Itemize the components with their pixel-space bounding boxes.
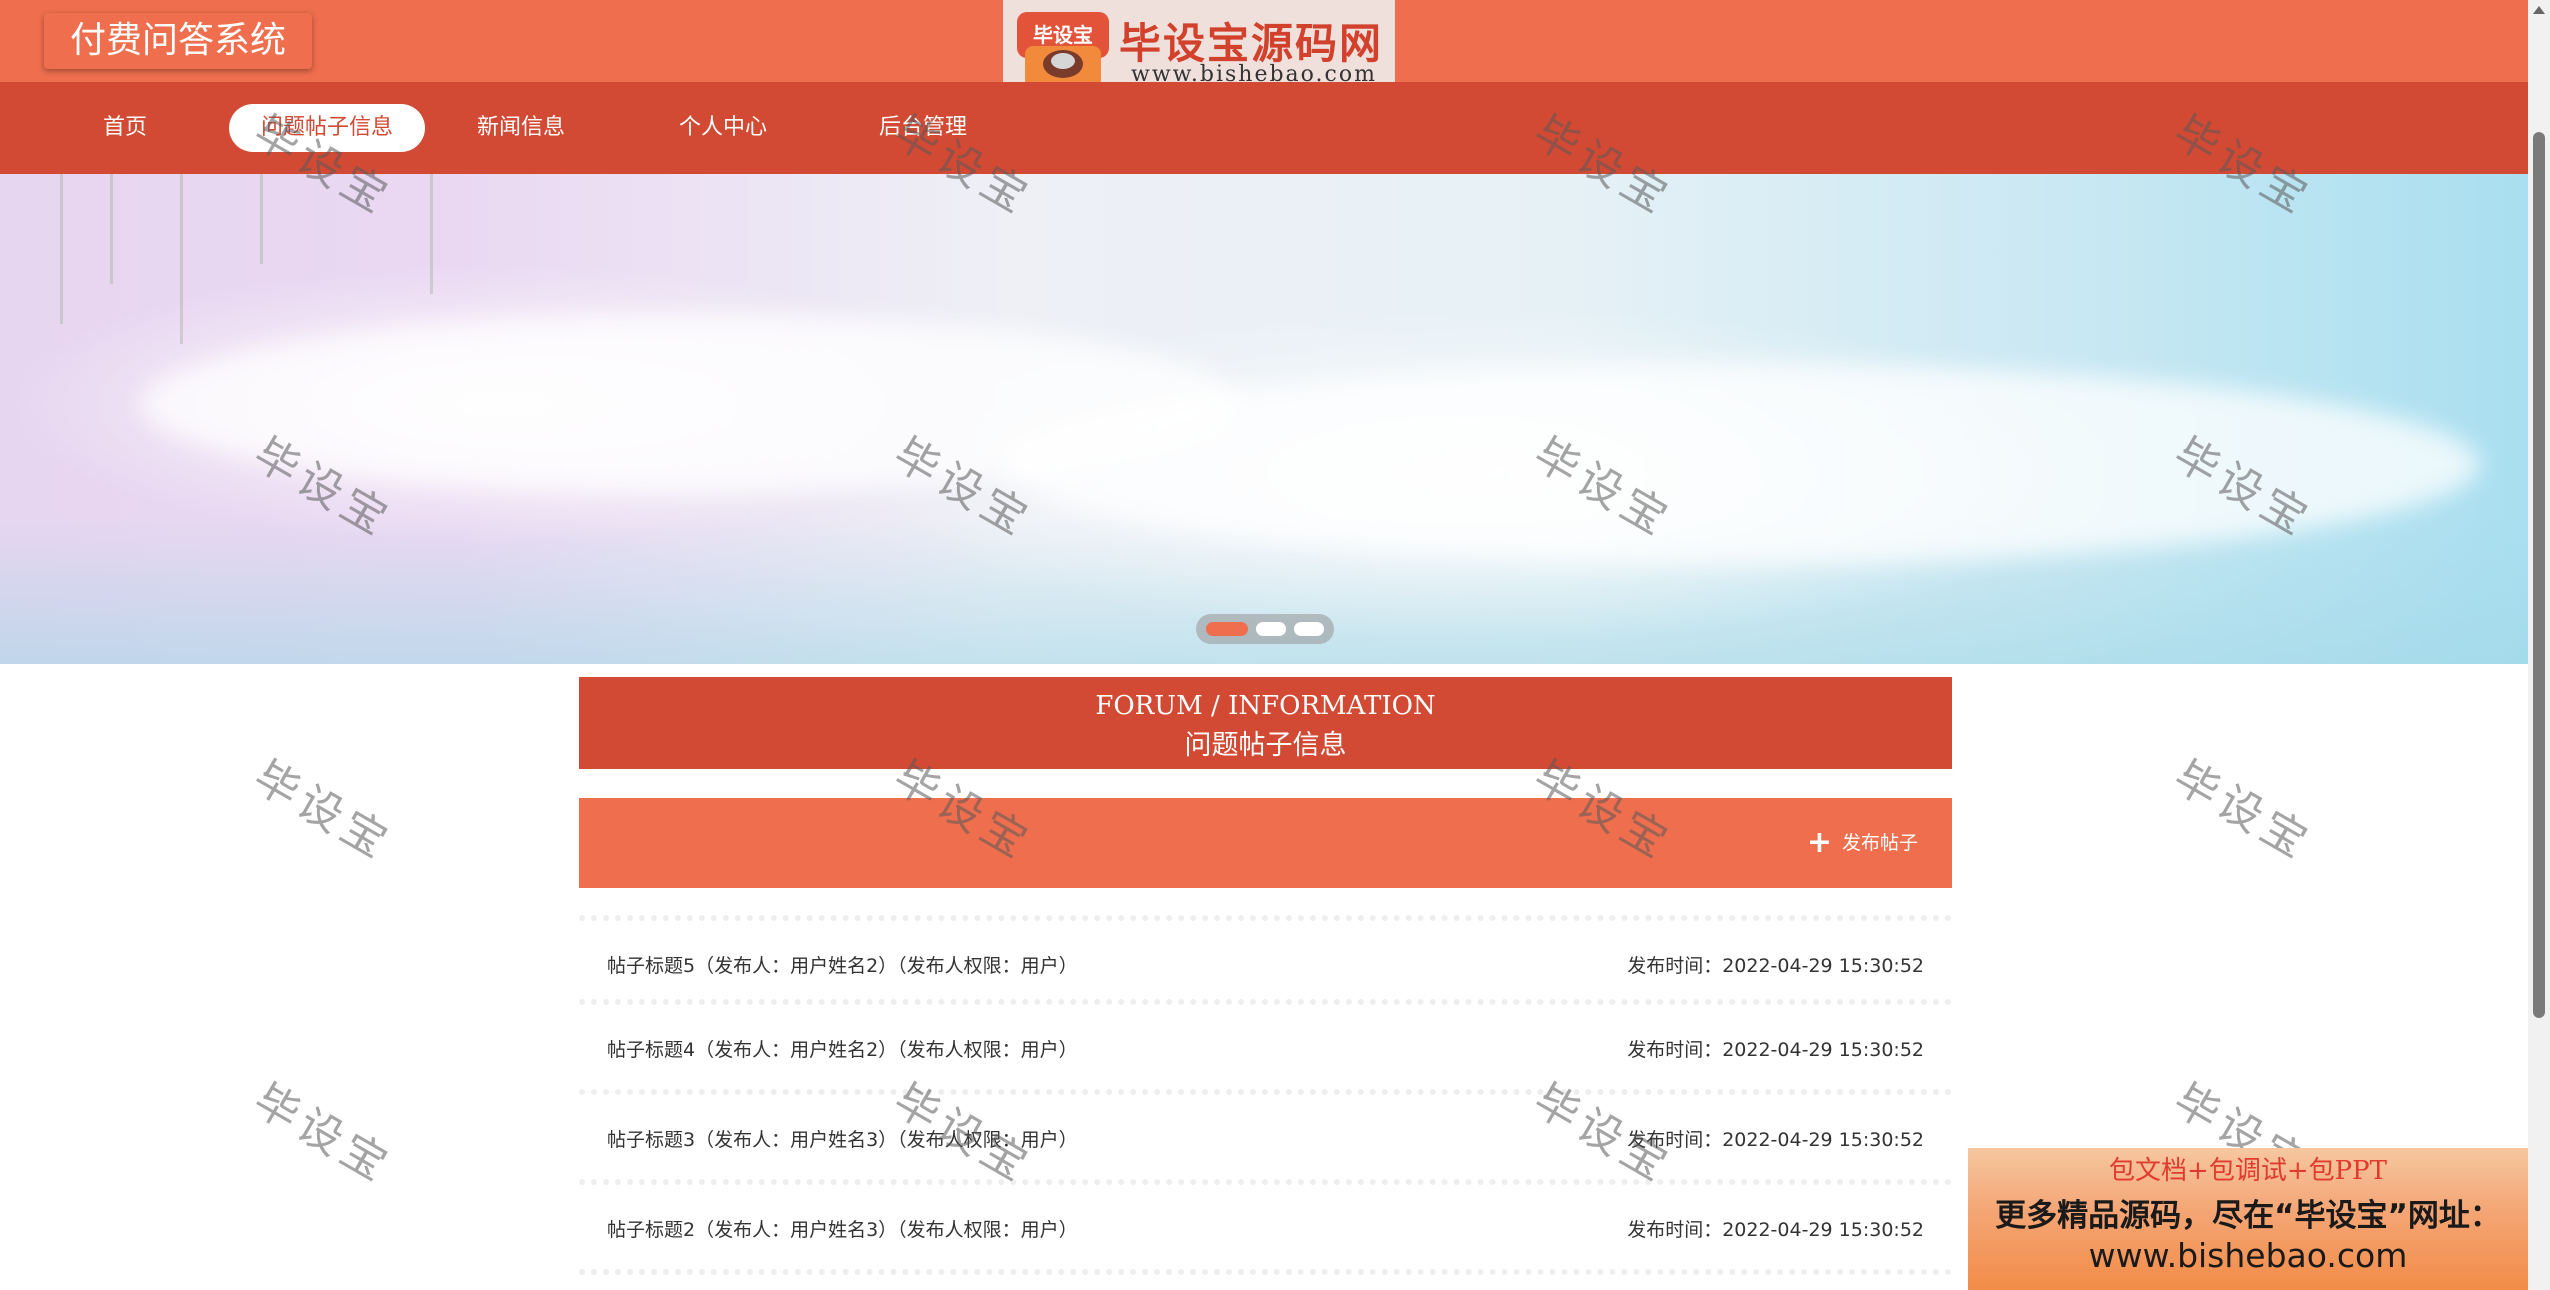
post-title[interactable]: 帖子标题3（发布人：用户姓名3）（发布人权限：用户） — [607, 1125, 1078, 1152]
system-title[interactable]: 付费问答系统 — [44, 13, 313, 69]
promo-line-2: 更多精品源码，尽在“毕设宝”网址： — [1995, 1198, 2501, 1234]
treasure-chest-icon: 毕设宝 — [1017, 12, 1109, 88]
carousel-dot-3[interactable] — [1294, 622, 1324, 636]
post-row[interactable]: 帖子标题2（发布人：用户姓名3）（发布人权限：用户） 发布时间：2022-04-… — [579, 1185, 1952, 1275]
bamboo-decoration — [260, 174, 263, 264]
post-title[interactable]: 帖子标题4（发布人：用户姓名2）（发布人权限：用户） — [607, 1035, 1078, 1062]
carousel-dot-1[interactable] — [1206, 622, 1248, 636]
promo-banner[interactable]: 包文档+包调试+包PPT 更多精品源码，尽在“毕设宝”网址： www.bishe… — [1968, 1148, 2528, 1290]
post-row[interactable]: 帖子标题5（发布人：用户姓名2）（发布人权限：用户） 发布时间：2022-04-… — [579, 915, 1952, 1005]
watermark: 毕设宝 — [245, 1074, 401, 1194]
section-header: FORUM / INFORMATION 问题帖子信息 — [579, 677, 1952, 769]
publish-post-label: 发布帖子 — [1841, 832, 1918, 854]
nav-item-profile[interactable]: 个人中心 — [668, 104, 778, 152]
post-time: 发布时间：2022-04-29 15:30:52 — [1627, 1129, 1924, 1151]
main-nav: 首页 问题帖子信息 新闻信息 个人中心 后台管理 — [0, 82, 2528, 174]
post-title[interactable]: 帖子标题2（发布人：用户姓名3）（发布人权限：用户） — [607, 1215, 1078, 1242]
publish-post-button[interactable]: + 发布帖子 — [1807, 827, 1918, 859]
carousel-dot-2[interactable] — [1256, 622, 1286, 636]
hero-carousel[interactable] — [0, 174, 2528, 664]
nav-item-admin[interactable]: 后台管理 — [868, 104, 978, 152]
bamboo-decoration — [430, 174, 433, 294]
watermark: 毕设宝 — [245, 751, 401, 871]
carousel-indicators — [1196, 614, 1334, 644]
bamboo-decoration — [110, 174, 113, 284]
watermark: 毕设宝 — [2165, 751, 2321, 871]
scrollbar-thumb[interactable] — [2533, 132, 2545, 1018]
post-list: 帖子标题5（发布人：用户姓名2）（发布人权限：用户） 发布时间：2022-04-… — [579, 915, 1952, 1275]
post-time: 发布时间：2022-04-29 15:30:52 — [1627, 955, 1924, 977]
logo-badge-text: 毕设宝 — [1033, 23, 1093, 47]
post-time: 发布时间：2022-04-29 15:30:52 — [1627, 1039, 1924, 1061]
post-row[interactable]: 帖子标题4（发布人：用户姓名2）（发布人权限：用户） 发布时间：2022-04-… — [579, 1005, 1952, 1095]
vertical-scrollbar[interactable] — [2528, 0, 2550, 1290]
hero-cloud — [1000, 364, 2480, 564]
bamboo-decoration — [180, 174, 183, 344]
promo-line-1: 包文档+包调试+包PPT — [2109, 1156, 2387, 1186]
nav-item-forum[interactable]: 问题帖子信息 — [229, 104, 425, 152]
promo-url[interactable]: www.bishebao.com — [1968, 1236, 2528, 1275]
scroll-up-arrow-icon[interactable] — [2533, 6, 2545, 14]
post-time: 发布时间：2022-04-29 15:30:52 — [1627, 1219, 1924, 1241]
nav-item-home[interactable]: 首页 — [70, 104, 180, 152]
action-bar: + 发布帖子 — [579, 798, 1952, 888]
section-title-en: FORUM / INFORMATION — [1095, 691, 1436, 721]
section-title-cn: 问题帖子信息 — [1184, 730, 1347, 761]
nav-item-news[interactable]: 新闻信息 — [466, 104, 576, 152]
post-title[interactable]: 帖子标题5（发布人：用户姓名2）（发布人权限：用户） — [607, 951, 1078, 978]
bamboo-decoration — [60, 174, 63, 324]
plus-icon: + — [1806, 825, 1832, 860]
post-row[interactable]: 帖子标题3（发布人：用户姓名3）（发布人权限：用户） 发布时间：2022-04-… — [579, 1095, 1952, 1185]
